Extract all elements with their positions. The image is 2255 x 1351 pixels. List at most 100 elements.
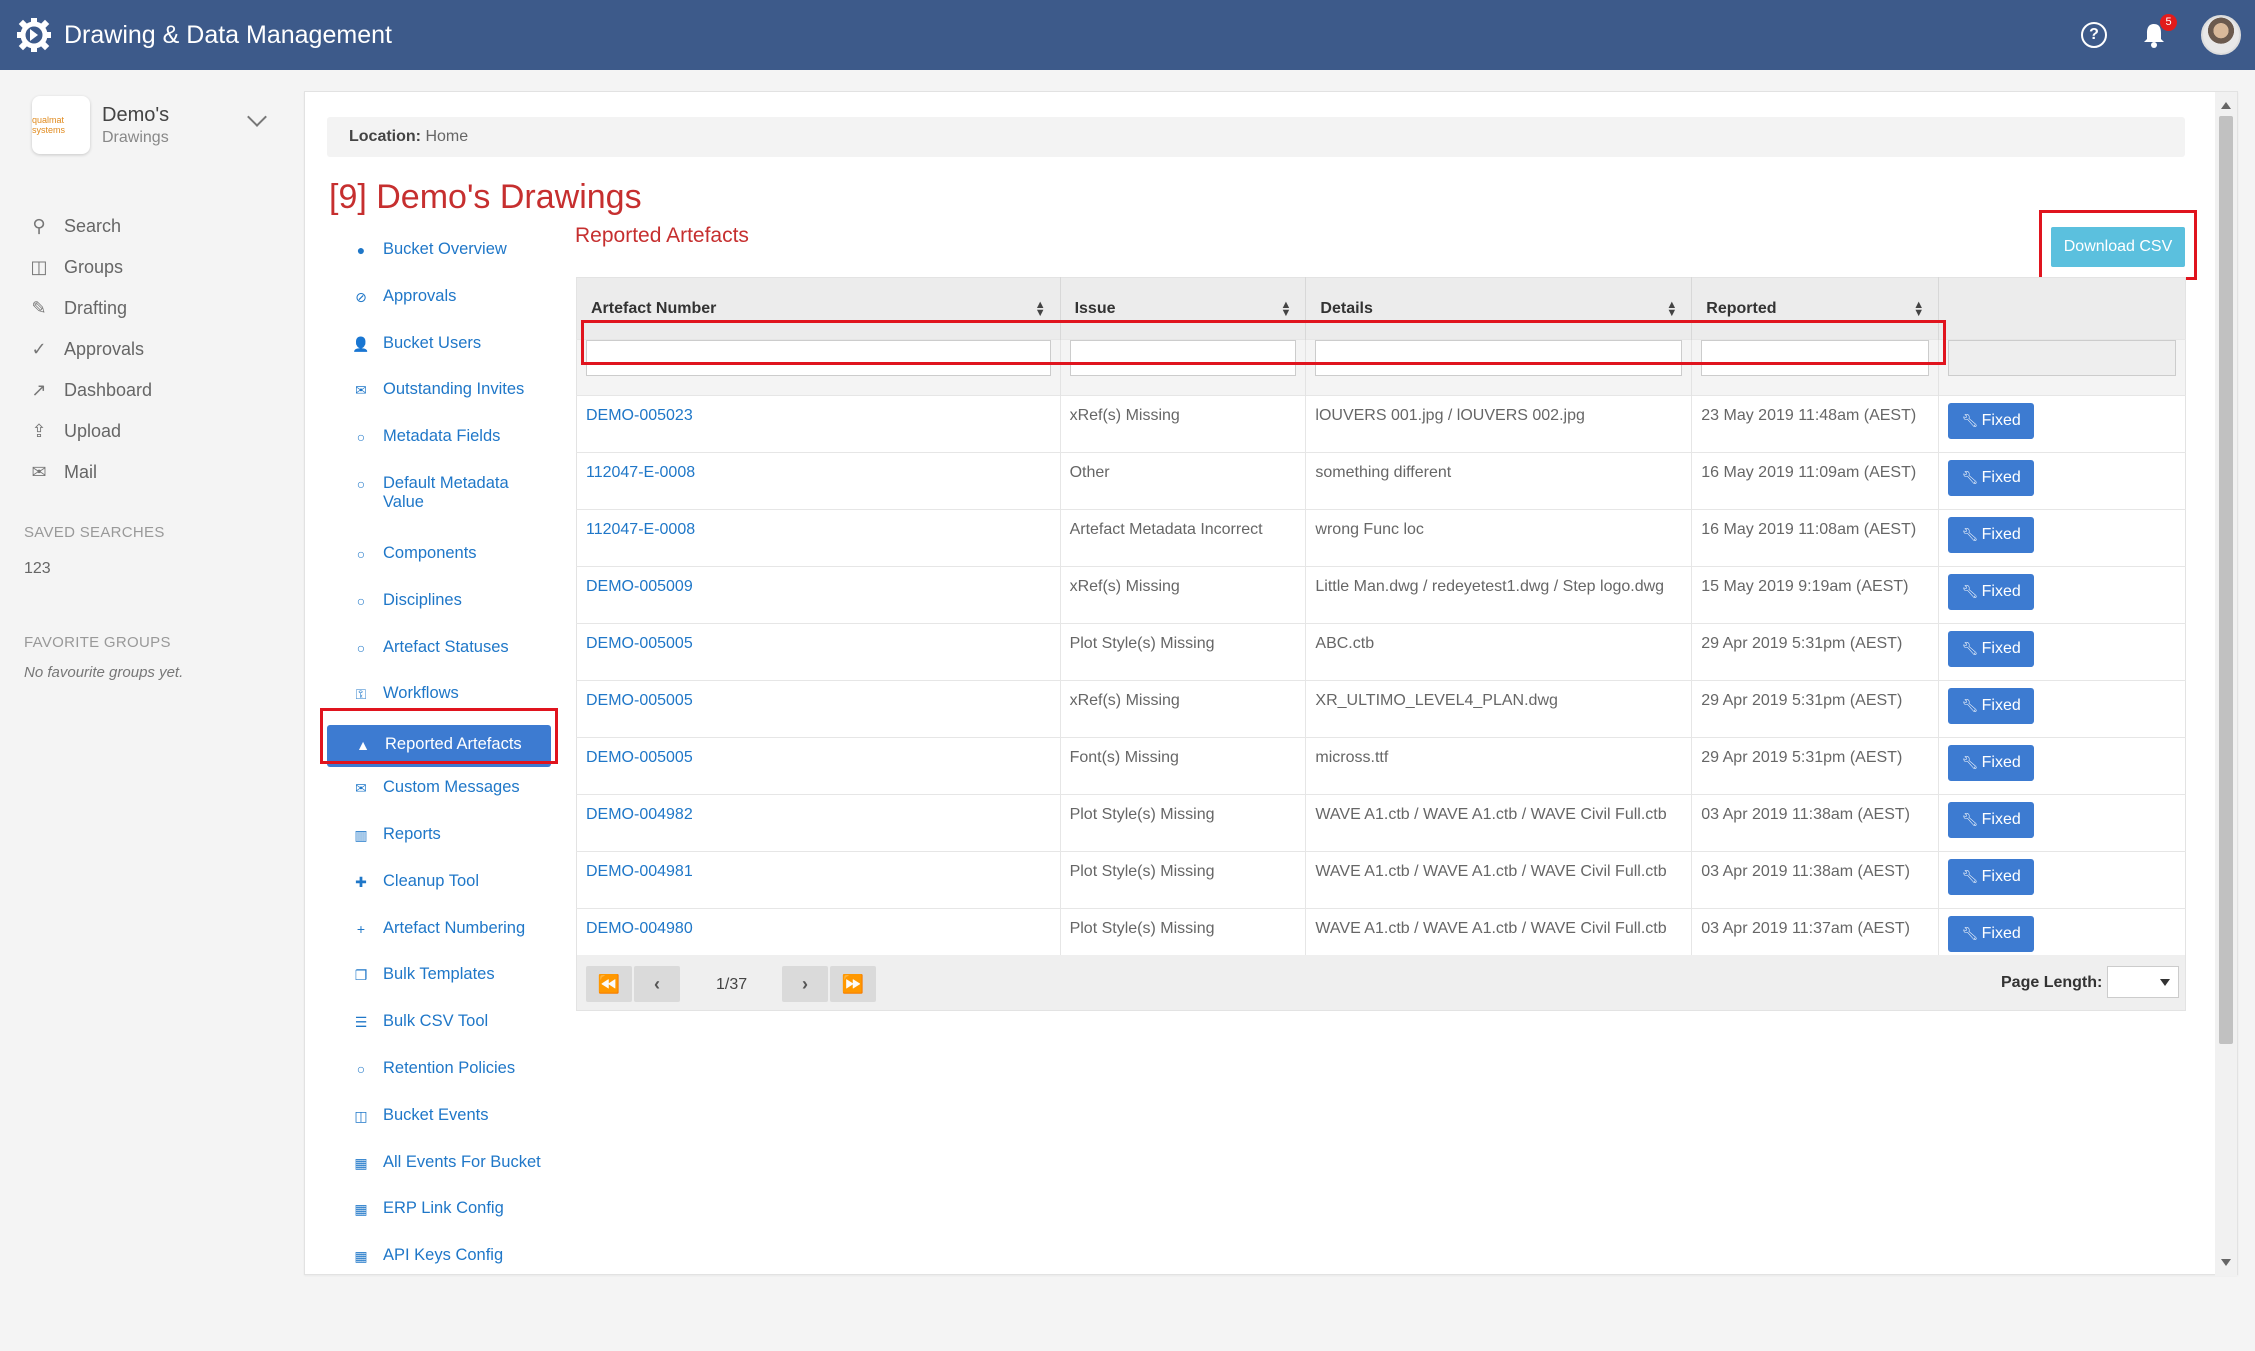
artefact-number-link[interactable]: DEMO-005005 [576, 680, 1061, 738]
nav-label: Approvals [64, 339, 145, 359]
help-icon[interactable]: ? [2081, 22, 2107, 48]
artefact-number-link[interactable]: DEMO-005009 [576, 566, 1061, 624]
location-home[interactable]: Home [425, 128, 468, 145]
reported-cell: 29 Apr 2019 5:31pm (AEST) [1691, 737, 1940, 795]
subnav-reports[interactable]: ▥ Reports [325, 817, 565, 864]
table-row: DEMO-005005 Font(s) Missing micross.ttf 29 … [576, 737, 2186, 795]
artefact-number-link[interactable]: DEMO-004982 [576, 794, 1061, 852]
fixed-button[interactable]: 🔧︎ Fixed [1948, 916, 2035, 952]
fixed-button[interactable]: 🔧︎ Fixed [1948, 859, 2035, 895]
wrench-icon: 🔧︎ [1961, 527, 1982, 542]
actions-cell: 🔧︎ Fixed [1938, 623, 2186, 681]
subnav-cleanup-tool[interactable]: ✚ Cleanup Tool [325, 864, 565, 911]
issue-cell: Other [1060, 452, 1307, 510]
notification-badge: 5 [2160, 14, 2177, 31]
subnav-label: ERP Link Config [383, 1199, 504, 1218]
nav-search[interactable]: ⚲ Search [28, 206, 152, 247]
chevron-down-icon[interactable] [247, 107, 267, 127]
artefact-number-link[interactable]: DEMO-005005 [576, 623, 1061, 681]
actions-cell: 🔧︎ Fixed [1938, 395, 2186, 453]
subnav-bucket-users[interactable]: 👤 Bucket Users [325, 326, 565, 373]
subnav-bulk-templates[interactable]: ❐ Bulk Templates [325, 957, 565, 1004]
circle-icon: ○ [356, 1060, 366, 1077]
fixed-button[interactable]: 🔧︎ Fixed [1948, 688, 2035, 724]
details-cell: WAVE A1.ctb / WAVE A1.ctb / WAVE Civil F… [1305, 794, 1693, 852]
actions-cell: 🔧︎ Fixed [1938, 680, 2186, 738]
col-label: Details [1320, 299, 1373, 317]
user-icon: 👤 [352, 335, 370, 352]
nav-approvals[interactable]: ✓ Approvals [28, 329, 152, 370]
vertical-scrollbar[interactable] [2215, 92, 2237, 1276]
subnav-artefact-numbering[interactable]: + Artefact Numbering [325, 911, 565, 958]
bucket-selector[interactable]: qualmat systems Demo's Drawings [32, 96, 169, 154]
next-page-button[interactable]: › [782, 966, 828, 1002]
fixed-button[interactable]: 🔧︎ Fixed [1948, 802, 2035, 838]
scroll-down-icon[interactable] [2221, 1259, 2231, 1266]
subnav-all-events-for-bucket[interactable]: ▦ All Events For Bucket [325, 1145, 565, 1192]
circle-icon: ○ [356, 545, 366, 562]
reported-cell: 16 May 2019 11:08am (AEST) [1691, 509, 1940, 567]
subnav-retention-policies[interactable]: ○ Retention Policies [325, 1051, 565, 1098]
scroll-up-icon[interactable] [2221, 102, 2231, 109]
table-row: 112047-E-0008 Artefact Metadata Incorrect… [576, 509, 2186, 567]
section-title: Reported Artefacts [575, 224, 749, 247]
subnav-label: Cleanup Tool [383, 871, 480, 890]
nav-dashboard[interactable]: ↗ Dashboard [28, 370, 152, 411]
subnav-bucket-overview[interactable]: ● Bucket Overview [325, 232, 565, 279]
check-circle-icon: ⊘ [355, 288, 367, 305]
artefact-number-link[interactable]: DEMO-005023 [576, 395, 1061, 453]
fixed-button[interactable]: 🔧︎ Fixed [1948, 460, 2035, 496]
user-avatar[interactable] [2201, 15, 2241, 55]
artefact-number-link[interactable]: 112047-E-0008 [576, 509, 1061, 567]
fixed-button[interactable]: 🔧︎ Fixed [1948, 745, 2035, 781]
reported-cell: 16 May 2019 11:09am (AEST) [1691, 452, 1940, 510]
details-cell: WAVE A1.ctb / WAVE A1.ctb / WAVE Civil F… [1305, 851, 1693, 909]
location-label: Location: [349, 128, 421, 145]
fixed-button[interactable]: 🔧︎ Fixed [1948, 517, 2035, 553]
subnav-components[interactable]: ○ Components [325, 536, 565, 583]
subnav-api-keys-config[interactable]: ▦ API Keys Config [325, 1238, 565, 1285]
col-label: Artefact Number [591, 299, 717, 317]
app-gear-logo-icon[interactable] [16, 17, 52, 53]
page-length-select[interactable] [2107, 966, 2179, 998]
nav-drafting[interactable]: ✎ Drafting [28, 288, 152, 329]
subnav-label: Custom Messages [383, 778, 520, 797]
last-page-button[interactable]: ⏩ [830, 966, 876, 1002]
subnav-metadata-fields[interactable]: ○ Metadata Fields [325, 419, 565, 466]
subnav-artefact-statuses[interactable]: ○ Artefact Statuses [325, 630, 565, 677]
fixed-button[interactable]: 🔧︎ Fixed [1948, 574, 2035, 610]
search-icon: ⚲ [32, 216, 46, 236]
subnav-bucket-events[interactable]: ◫ Bucket Events [325, 1098, 565, 1145]
wrench-icon: 🔧︎ [1961, 584, 1982, 599]
notifications-bell[interactable]: 5 [2139, 14, 2177, 50]
first-page-button[interactable]: ⏪ [586, 966, 632, 1002]
subnav-default-metadata-value[interactable]: ○ Default Metadata Value [325, 466, 565, 536]
fixed-button[interactable]: 🔧︎ Fixed [1948, 631, 2035, 667]
issue-cell: Plot Style(s) Missing [1060, 851, 1307, 909]
artefact-number-link[interactable]: DEMO-004981 [576, 851, 1061, 909]
fixed-label: Fixed [1981, 640, 2021, 657]
artefact-number-link[interactable]: DEMO-005005 [576, 737, 1061, 795]
main-panel: Location: Home [9] Demo's Drawings Repor… [304, 91, 2238, 1276]
subnav-bulk-csv-tool[interactable]: ☰ Bulk CSV Tool [325, 1004, 565, 1051]
nav-mail[interactable]: ✉ Mail [28, 452, 152, 493]
wrench-icon: 🔧︎ [1961, 755, 1982, 770]
prev-page-button[interactable]: ‹ [634, 966, 680, 1002]
subnav-erp-link-config[interactable]: ▦ ERP Link Config [325, 1191, 565, 1238]
saved-search-item[interactable]: 123 [24, 560, 51, 578]
actions-cell: 🔧︎ Fixed [1938, 737, 2186, 795]
page-title: [9] Demo's Drawings [329, 178, 642, 216]
highlight-download-csv [2039, 210, 2197, 280]
subnav-custom-messages[interactable]: ✉ Custom Messages [325, 770, 565, 817]
artefact-number-link[interactable]: 112047-E-0008 [576, 452, 1061, 510]
nav-upload[interactable]: ⇪ Upload [28, 411, 152, 452]
fixed-button[interactable]: 🔧︎ Fixed [1948, 403, 2035, 439]
subnav-label: All Events For Bucket [383, 1152, 541, 1171]
scroll-thumb[interactable] [2219, 116, 2233, 1044]
subnav-outstanding-invites[interactable]: ✉ Outstanding Invites [325, 372, 565, 419]
nav-groups[interactable]: ◫ Groups [28, 247, 152, 288]
subnav-disciplines[interactable]: ○ Disciplines [325, 583, 565, 630]
fixed-label: Fixed [1981, 925, 2021, 942]
table-icon: ▦ [354, 1201, 368, 1218]
subnav-approvals[interactable]: ⊘ Approvals [325, 279, 565, 326]
